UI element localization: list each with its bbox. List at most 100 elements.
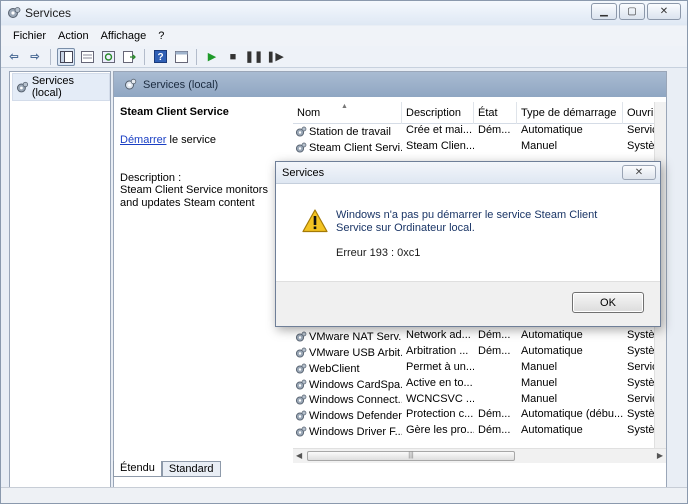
properties-button[interactable] [78,48,96,66]
cell-state: Dém... [478,345,511,358]
table-row[interactable]: Windows Defender Protection c... Dém... Aut… [293,408,666,424]
minimize-icon: ▁ [600,6,608,17]
column-header-state[interactable]: État [474,102,517,124]
cell-state [474,361,517,377]
dialog-title-bar: Services ✕ [276,162,660,184]
cell-startup: Automatique [521,424,583,437]
table-row[interactable]: WebClientPermet à un...ManuelService lo [293,361,666,377]
table-row[interactable]: Station de travail Crée et mai... Dém... Au… [293,124,666,140]
ok-button[interactable]: OK [572,292,644,313]
panel-header-title: Services (local) [143,78,219,91]
cell-desc: Gère les pro... [406,424,474,437]
table-row[interactable]: Windows Connect... WCNCSVC ... Manuel Servi… [293,393,666,409]
cell-service-name: Steam Client Servi... [293,140,402,156]
service-name-text: VMware NAT Serv... [309,331,402,344]
table-row[interactable]: Windows CardSpa... Active en to... Manuel S… [293,377,666,393]
table-row[interactable]: VMware USB Arbit... Arbitration ... Dém...… [293,345,666,361]
refresh-button[interactable] [99,48,117,66]
forward-button[interactable]: ⇨ [26,48,44,66]
gear-icon [295,331,307,342]
start-service-button[interactable]: ▶ [203,48,221,66]
cell-startup: Automatique [521,329,583,342]
cell-state: Dém... [478,124,511,136]
services-icon [8,7,21,18]
dialog-close-button[interactable]: ✕ [622,165,656,180]
start-service-link[interactable]: Démarrer [120,134,166,146]
maximize-button[interactable]: ▢ [619,3,645,20]
properties-icon [80,50,94,63]
cell-service-name: VMware USB Arbit... [293,345,402,361]
table-row[interactable]: VMware NAT Serv... Network ad... Dém... Aut… [293,329,666,345]
close-button[interactable]: ✕ [647,3,681,20]
table-row[interactable]: Windows Driver F... Gère les pro... Dém...… [293,424,666,440]
service-name-text: Windows CardSpa... [309,378,402,391]
status-bar [1,487,687,503]
menu-help[interactable]: ? [152,30,170,42]
gear-icon [295,410,307,421]
cell-startup: Automatique [521,124,583,136]
tab-extended[interactable]: Étendu [113,461,162,477]
pause-service-button[interactable]: ❚❚ [245,48,263,66]
restart-icon: ❚▶ [266,51,284,63]
toolbar-separator [144,48,145,65]
minimize-button[interactable]: ▁ [591,3,617,20]
cell-desc: Network ad... [406,329,471,342]
back-button[interactable]: ⇦ [5,48,23,66]
cell-state: Dém... [478,424,511,437]
help-button[interactable]: ? [151,48,169,66]
service-name-text: WebClient [309,362,360,375]
scrollbar-thumb[interactable]: ||| [307,451,515,461]
cell-desc: Crée et mai... [406,124,473,136]
services-icon [16,81,29,92]
tab-standard[interactable]: Standard [161,461,221,477]
export-button[interactable] [120,48,138,66]
start-service-suffix: le service [166,134,216,146]
start-service-line: Démarrer le service [120,134,286,146]
title-bar: Services ▁ ▢ ✕ [1,1,687,25]
service-name-text: Station de travail [309,125,391,138]
services-icon [125,78,137,90]
cell-service-name: Windows Driver F... [293,424,402,440]
scroll-left-icon[interactable]: ◀ [296,451,302,460]
toolbar-separator [50,48,51,65]
scroll-right-icon[interactable]: ▶ [657,451,663,460]
help-icon: ? [153,50,167,63]
column-header-name[interactable]: ▲ Nom [293,102,402,124]
view-button[interactable] [172,48,190,66]
menu-action[interactable]: Action [52,30,95,42]
refresh-icon [101,50,115,63]
cell-startup: Manuel [521,139,558,152]
gear-icon [295,142,307,153]
cell-startup: Automatique (débu... [521,408,623,421]
cell-state: Dém... [478,329,511,342]
table-row[interactable]: Steam Client Servi... Steam Clien... Manue… [293,140,666,156]
services-window: Services ▁ ▢ ✕ Fichier Action Affichage … [0,0,688,504]
cell-service-name: VMware NAT Serv... [293,329,402,345]
stop-service-button[interactable]: ■ [224,48,242,66]
panel-header: Services (local) [114,72,666,97]
stop-icon: ■ [229,50,237,63]
cell-desc: Arbitration ... [406,345,469,358]
cell-service-name: Windows Defender [293,408,402,424]
dialog-title: Services [282,167,325,179]
tree-item-services-local[interactable]: Services (local) [12,73,110,101]
gear-icon [295,126,307,137]
cell-service-name: Station de travail [293,124,402,140]
column-header-startup-type[interactable]: Type de démarrage [517,102,623,124]
warning-icon [302,209,328,233]
forward-icon: ⇨ [30,51,40,63]
gear-icon [295,363,307,374]
show-hide-tree-button[interactable] [57,47,75,66]
close-icon: ✕ [659,6,669,17]
column-header-description[interactable]: Description [402,102,474,124]
cell-startup: Manuel [521,376,558,389]
cell-startup: Manuel [521,360,558,373]
cell-desc: Steam Clien... [406,139,474,152]
cell-service-name: WebClient [293,361,402,377]
menu-affichage[interactable]: Affichage [95,30,153,42]
menu-fichier[interactable]: Fichier [7,30,52,42]
maximize-icon: ▢ [627,6,637,17]
service-name-text: Windows Defender [309,410,402,423]
horizontal-scrollbar[interactable]: ◀ ||| ▶ [293,448,666,463]
restart-service-button[interactable]: ❚▶ [266,48,284,66]
